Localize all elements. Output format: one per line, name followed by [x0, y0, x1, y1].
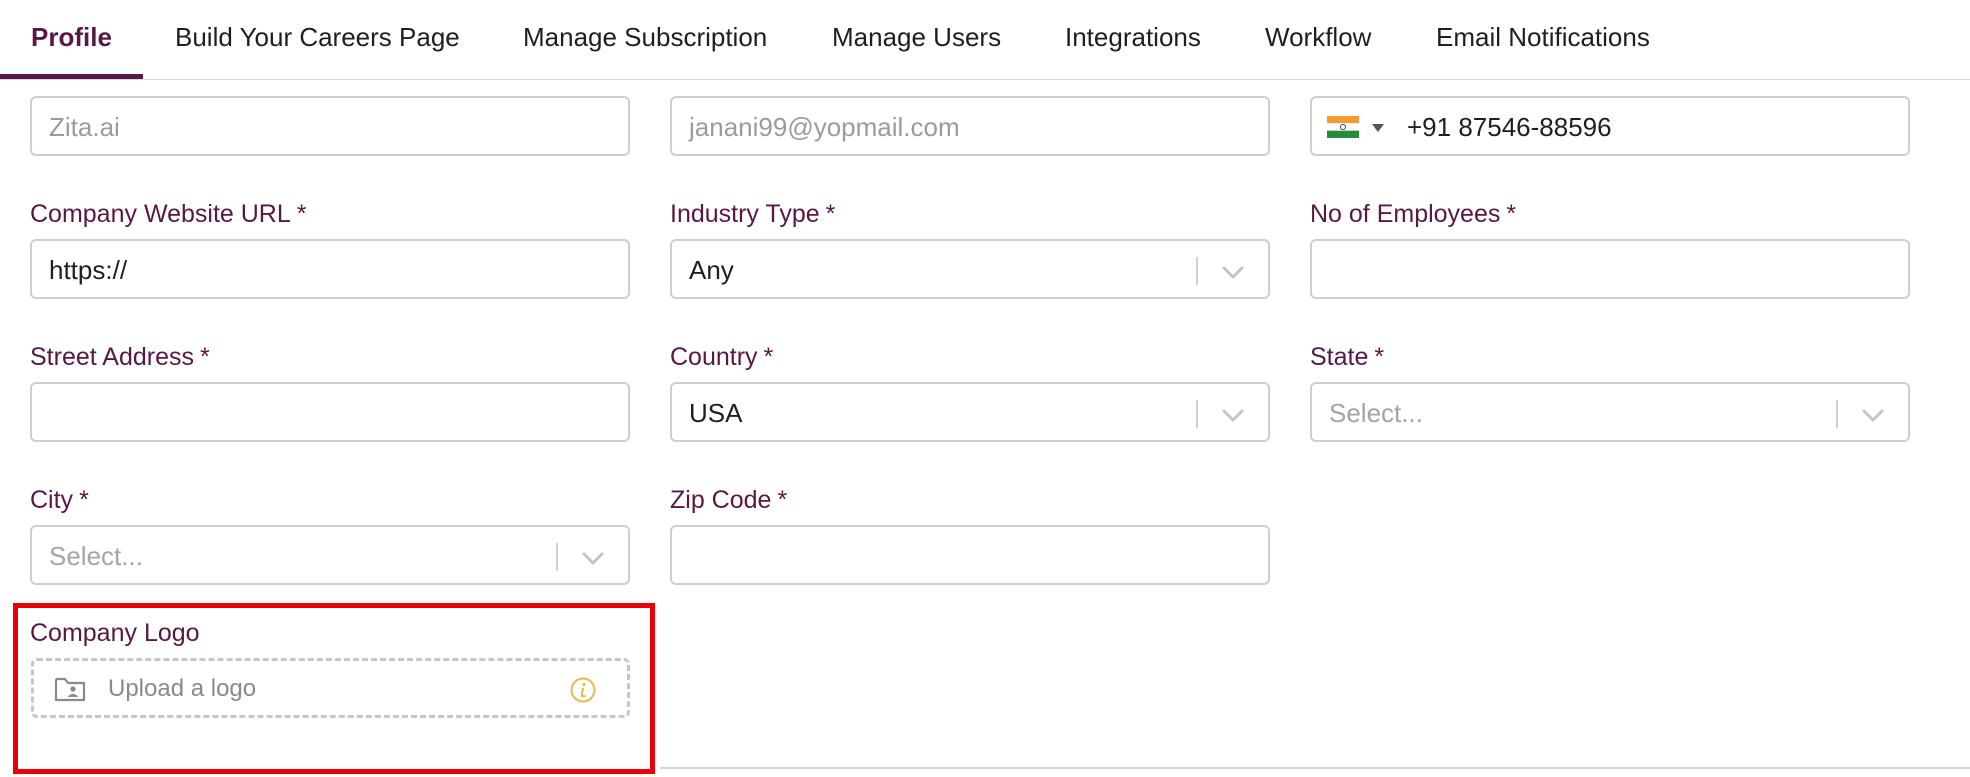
country-value: USA — [689, 398, 743, 428]
employees-label: No of Employees * — [1310, 200, 1517, 228]
chevron-down-icon[interactable] — [1220, 402, 1246, 428]
company-name-field: Zita.ai — [30, 96, 630, 156]
zip-code-label: Zip Code * — [670, 486, 788, 514]
company-name-value: Zita.ai — [49, 112, 120, 142]
state-placeholder: Select... — [1329, 398, 1423, 428]
select-separator — [1196, 400, 1198, 428]
select-separator — [1196, 257, 1198, 285]
country-select[interactable]: USA — [670, 382, 1270, 442]
email-value: janani99@yopmail.com — [689, 112, 960, 142]
highlight-box — [13, 603, 655, 774]
website-value: https:// — [49, 255, 128, 285]
select-separator — [556, 543, 558, 571]
chevron-down-icon[interactable] — [1220, 259, 1246, 285]
chevron-down-icon[interactable] — [1860, 402, 1886, 428]
section-divider — [660, 767, 1970, 769]
industry-value: Any — [689, 255, 734, 285]
website-label: Company Website URL * — [30, 200, 307, 228]
street-address-input[interactable] — [30, 382, 630, 442]
india-flag-icon[interactable] — [1327, 116, 1359, 138]
country-code-caret-icon[interactable] — [1372, 124, 1384, 132]
settings-tabs: Profile Build Your Careers Page Manage S… — [0, 0, 1970, 80]
contact-number-field[interactable]: +91 87546-88596 — [1310, 96, 1910, 156]
industry-label: Industry Type * — [670, 200, 836, 228]
chevron-down-icon[interactable] — [580, 545, 606, 571]
active-tab-indicator — [0, 74, 143, 79]
city-select[interactable]: Select... — [30, 525, 630, 585]
city-placeholder: Select... — [49, 541, 143, 571]
zip-code-input[interactable] — [670, 525, 1270, 585]
country-label: Country * — [670, 343, 774, 371]
website-input[interactable]: https:// — [30, 239, 630, 299]
city-label: City * — [30, 486, 89, 514]
tab-profile[interactable]: Profile — [31, 0, 112, 80]
contact-number-value: +91 87546-88596 — [1407, 112, 1612, 142]
street-address-label: Street Address * — [30, 343, 210, 371]
state-label: State * — [1310, 343, 1385, 371]
tab-workflow[interactable]: Workflow — [1265, 0, 1371, 80]
email-field: janani99@yopmail.com — [670, 96, 1270, 156]
tab-manage-users[interactable]: Manage Users — [832, 0, 1001, 80]
tab-email-notifications[interactable]: Email Notifications — [1436, 0, 1650, 80]
tab-integrations[interactable]: Integrations — [1065, 0, 1201, 80]
tab-build-careers-page[interactable]: Build Your Careers Page — [175, 0, 460, 80]
industry-select[interactable]: Any — [670, 239, 1270, 299]
state-select[interactable]: Select... — [1310, 382, 1910, 442]
select-separator — [1836, 400, 1838, 428]
tab-manage-subscription[interactable]: Manage Subscription — [523, 0, 767, 80]
employees-input[interactable] — [1310, 239, 1910, 299]
